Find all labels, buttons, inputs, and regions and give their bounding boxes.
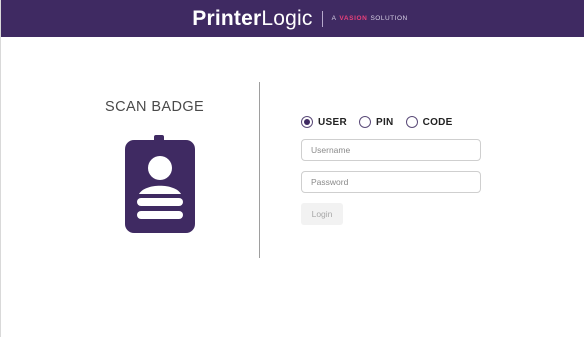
brand-tagline: A VASION SOLUTION bbox=[332, 15, 408, 22]
username-input[interactable] bbox=[301, 139, 481, 161]
radio-user[interactable]: USER bbox=[301, 116, 347, 128]
panel-divider bbox=[259, 82, 260, 258]
radio-user-indicator[interactable] bbox=[301, 116, 313, 128]
login-page: PrinterLogic A VASION SOLUTION SCAN BADG… bbox=[0, 0, 584, 337]
radio-code[interactable]: CODE bbox=[405, 116, 453, 128]
header-bar: PrinterLogic A VASION SOLUTION bbox=[1, 0, 584, 37]
brand-divider bbox=[321, 10, 323, 27]
tagline-accent: VASION bbox=[339, 15, 368, 22]
tagline-suffix: SOLUTION bbox=[370, 15, 408, 22]
password-input[interactable] bbox=[301, 171, 481, 193]
auth-method-group: USER PIN CODE bbox=[301, 112, 501, 132]
logo-bold-text: Printer bbox=[192, 7, 262, 30]
logo-light-text: Logic bbox=[261, 7, 313, 30]
radio-pin-label: PIN bbox=[375, 116, 394, 128]
radio-pin[interactable]: PIN bbox=[358, 116, 394, 128]
radio-code-label: CODE bbox=[422, 116, 453, 128]
brand-logo: PrinterLogic A VASION SOLUTION bbox=[192, 8, 407, 29]
id-badge-icon bbox=[125, 135, 195, 233]
radio-user-label: USER bbox=[318, 116, 347, 128]
scan-badge-panel: SCAN BADGE bbox=[1, 37, 259, 337]
printerlogic-logo: PrinterLogic bbox=[192, 8, 312, 29]
scan-badge-title: SCAN BADGE bbox=[105, 99, 205, 115]
tagline-prefix: A bbox=[331, 15, 337, 22]
radio-code-indicator[interactable] bbox=[405, 116, 418, 128]
radio-pin-indicator[interactable] bbox=[358, 116, 371, 128]
login-form: USER PIN CODE Login bbox=[301, 112, 501, 225]
login-button[interactable]: Login bbox=[301, 203, 343, 225]
